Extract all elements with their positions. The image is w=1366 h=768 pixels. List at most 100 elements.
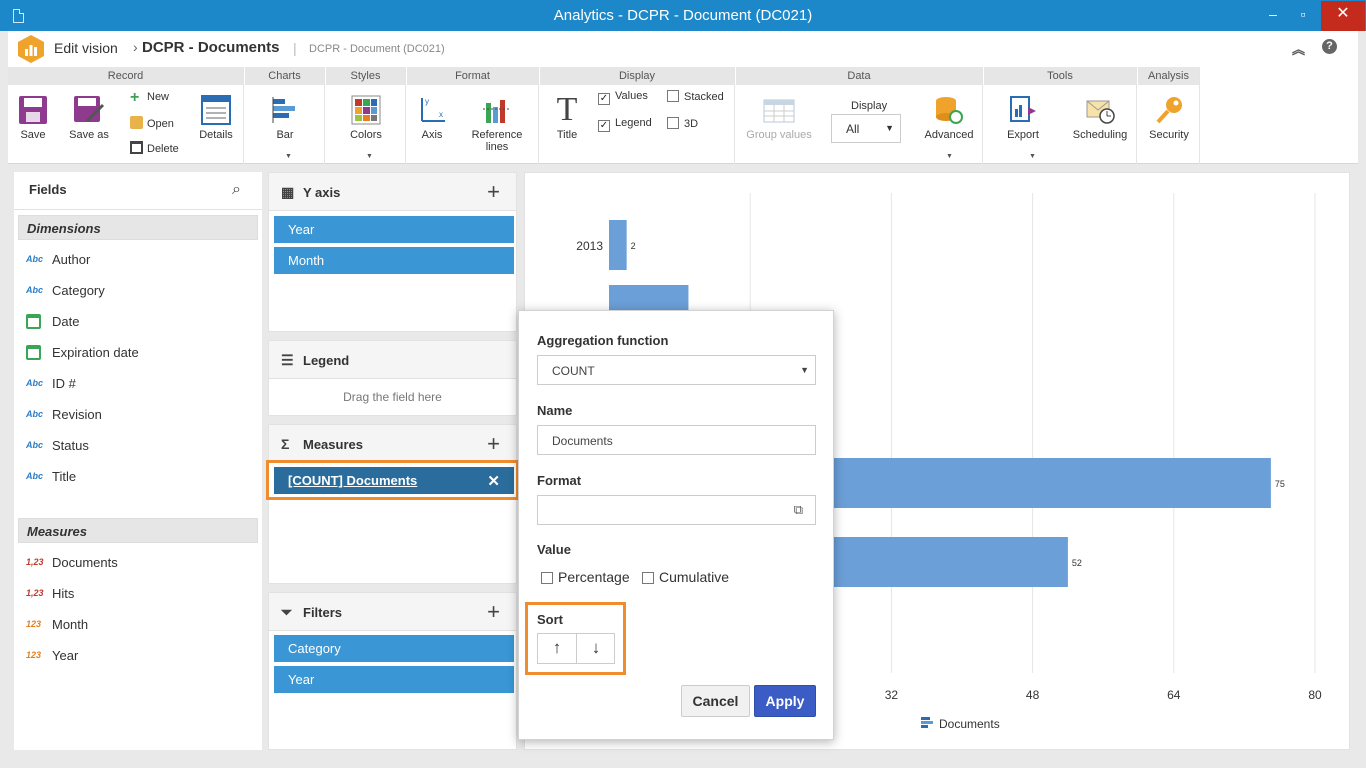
window-titlebar: Analytics - DCPR - Document (DC021) – ▫ …: [0, 0, 1366, 31]
x-tick-label: 48: [1026, 688, 1040, 702]
field-label: Status: [52, 438, 89, 453]
details-button[interactable]: Details: [196, 95, 236, 141]
ribbon-group-tools: Tools Export ▼ Scheduling: [984, 67, 1137, 164]
new-button[interactable]: + New: [130, 89, 170, 106]
display-select[interactable]: All ▼: [831, 114, 901, 143]
axis-label: Axis: [421, 129, 443, 141]
reference-lines-button[interactable]: Reference lines: [469, 95, 525, 153]
chart-bar: [609, 220, 627, 270]
title-button[interactable]: T Title: [550, 93, 584, 142]
field-label: Year: [52, 648, 79, 663]
scheduling-button[interactable]: Scheduling: [1070, 95, 1130, 141]
security-button[interactable]: Security: [1148, 95, 1190, 141]
sigma-icon: Σ: [281, 436, 290, 452]
advanced-button[interactable]: Advanced: [922, 95, 976, 141]
field-label: ID #: [52, 376, 76, 391]
delete-label: Delete: [147, 143, 179, 155]
ribbon-group-data: Data Group values Display All ▼ Advanced…: [736, 67, 983, 164]
percentage-checkbox[interactable]: Percentage: [541, 569, 630, 585]
legend-header: ☰ Legend: [269, 341, 516, 379]
external-link-icon[interactable]: ⧉: [794, 502, 803, 518]
calendar-icon: [26, 314, 48, 331]
checkbox-empty-icon: [642, 572, 654, 584]
legend-title: Legend: [303, 353, 350, 368]
format-input[interactable]: ⧉: [537, 495, 816, 525]
plus-icon: +: [130, 89, 140, 106]
y-axis-item[interactable]: Month: [274, 247, 514, 274]
collapse-icon[interactable]: ︽: [1292, 39, 1305, 58]
ribbon-group-display: Display T Title ✓ Values ✓ Legend Stacked …: [540, 67, 735, 164]
aggregation-label: Aggregation function: [537, 333, 669, 348]
aggregation-value: COUNT: [552, 364, 595, 378]
values-checkbox[interactable]: ✓ Values: [598, 90, 648, 105]
field-label: Category: [52, 283, 105, 298]
export-icon: [1010, 96, 1036, 122]
cumulative-checkbox[interactable]: Cumulative: [642, 569, 729, 585]
sort-highlight: [525, 602, 626, 675]
name-label: Name: [537, 403, 573, 418]
chevron-down-icon: ▼: [1029, 153, 1036, 160]
scheduling-label: Scheduling: [1072, 129, 1128, 141]
filter-item[interactable]: Year: [274, 666, 514, 693]
add-filter-button[interactable]: +: [487, 599, 500, 625]
stacked-checkbox[interactable]: Stacked: [667, 90, 724, 103]
legend-checkbox[interactable]: ✓ Legend: [598, 117, 652, 132]
text-type-icon: Abc: [26, 471, 44, 481]
bar-value-label: 2: [631, 241, 636, 251]
y-axis-item[interactable]: Year: [274, 216, 514, 243]
folder-icon: [130, 116, 143, 129]
3d-label: 3D: [684, 118, 699, 130]
add-y-axis-button[interactable]: +: [487, 179, 500, 205]
integer-type-icon: 123: [26, 650, 42, 660]
reference-lines-label-2: lines: [485, 141, 509, 153]
chevron-down-icon: ▼: [885, 123, 894, 133]
page-subtitle: DCPR - Document (DC021): [309, 43, 445, 55]
legend-dropzone[interactable]: Drag the field here: [269, 390, 516, 404]
open-button[interactable]: Open: [130, 116, 174, 130]
app-header: Edit vision › DCPR - Documents | DCPR - …: [8, 31, 1358, 67]
delete-button[interactable]: Delete: [130, 141, 179, 155]
colors-button[interactable]: Colors: [348, 95, 384, 141]
add-measure-button[interactable]: +: [487, 431, 500, 457]
dimensions-header: Dimensions: [18, 215, 258, 240]
save-as-button[interactable]: Save as: [66, 95, 112, 141]
apply-button[interactable]: Apply: [754, 685, 816, 717]
details-icon: [201, 95, 231, 125]
cancel-button[interactable]: Cancel: [681, 685, 750, 717]
open-label: Open: [147, 118, 174, 130]
legend-swatch-icon: [921, 721, 933, 724]
divider: |: [293, 40, 297, 56]
3d-checkbox[interactable]: 3D: [667, 117, 698, 130]
filters-header: ⏷ Filters +: [269, 593, 516, 631]
export-button[interactable]: Export: [1004, 95, 1042, 141]
ribbon-group-label: Charts: [245, 67, 324, 85]
minimize-button[interactable]: –: [1259, 1, 1287, 31]
measure-settings-popup: Aggregation function COUNT ▼ Name Docume…: [518, 310, 834, 740]
help-icon[interactable]: ?: [1322, 39, 1337, 54]
text-type-icon: Abc: [26, 285, 44, 295]
chevron-down-icon: ▼: [366, 153, 373, 160]
checkbox-checked-icon: ✓: [598, 93, 610, 105]
reference-lines-label-1: Reference: [471, 129, 523, 141]
maximize-button[interactable]: ▫: [1289, 1, 1317, 31]
breadcrumb-edit-vision[interactable]: Edit vision: [54, 40, 118, 56]
svg-text:x: x: [439, 110, 443, 119]
field-label: Author: [52, 252, 91, 267]
chevron-down-icon: ▼: [285, 153, 292, 160]
name-input[interactable]: Documents: [537, 425, 816, 455]
axis-button[interactable]: yx Axis: [415, 95, 449, 141]
export-label: Export: [1007, 129, 1039, 141]
aggregation-select[interactable]: COUNT ▼: [537, 355, 816, 385]
display-label: Display: [851, 100, 888, 112]
save-button[interactable]: Save: [16, 95, 50, 141]
search-icon[interactable]: ⌕: [232, 181, 241, 199]
fields-title: Fields: [29, 182, 67, 197]
checkbox-empty-icon: [667, 117, 679, 129]
group-values-button[interactable]: Group values: [744, 95, 814, 141]
new-label: New: [147, 91, 170, 103]
filter-item[interactable]: Category: [274, 635, 514, 662]
values-label: Values: [615, 90, 648, 102]
checkbox-empty-icon: [541, 572, 553, 584]
close-button[interactable]: ✕: [1321, 1, 1365, 31]
bar-chart-button[interactable]: Bar: [267, 95, 303, 141]
